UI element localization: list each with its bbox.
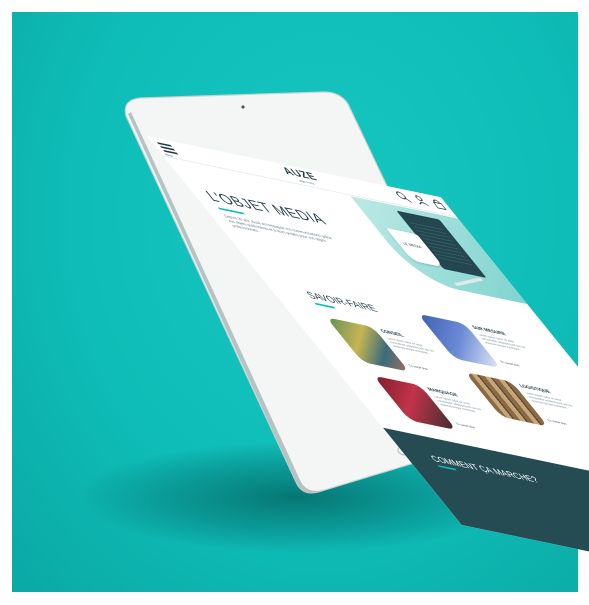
card-link-conseil[interactable]: En savoir plus	[407, 363, 429, 371]
tablet-device: Menu AUZE objet media LE MEDIA L'OBJET M…	[0, 0, 589, 605]
pen-image	[453, 277, 484, 287]
card-link-logistique[interactable]: En savoir plus	[546, 418, 568, 426]
search-icon[interactable]	[392, 190, 413, 204]
card-link-sur-mesure[interactable]: En savoir plus	[499, 360, 521, 368]
card-link-marquage[interactable]: En savoir plus	[455, 422, 477, 430]
hero-description: Depuis 20 ans, Auzé accompagne vos commu…	[222, 213, 334, 244]
front-camera-icon	[241, 105, 245, 109]
user-icon[interactable]	[410, 193, 431, 207]
